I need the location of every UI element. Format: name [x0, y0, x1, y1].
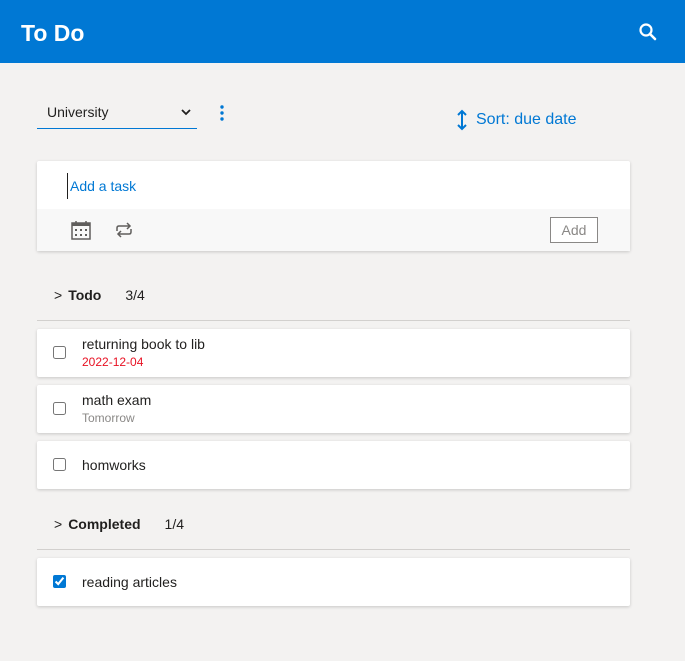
- section-divider: [37, 320, 630, 321]
- completed-section-header[interactable]: > Completed 1/4: [54, 516, 184, 532]
- task-checkbox[interactable]: [53, 458, 66, 471]
- section-title: Completed: [68, 516, 141, 532]
- calendar-icon[interactable]: [70, 219, 92, 241]
- add-button[interactable]: Add: [550, 217, 598, 243]
- add-task-input[interactable]: [67, 173, 612, 199]
- task-checkbox[interactable]: [53, 402, 66, 415]
- task-item[interactable]: returning book to lib 2022-12-04: [37, 329, 630, 377]
- task-title: returning book to lib: [82, 336, 205, 352]
- repeat-icon[interactable]: [113, 219, 135, 241]
- add-task-toolbar: Add: [37, 209, 630, 251]
- chevron-right-icon: >: [54, 516, 63, 532]
- list-selector[interactable]: University: [37, 96, 197, 129]
- task-title: homworks: [82, 457, 146, 473]
- app-title: To Do: [21, 20, 85, 46]
- app-header: To Do: [0, 0, 685, 63]
- more-vertical-icon[interactable]: [214, 103, 230, 123]
- sort-button[interactable]: Sort: due date: [456, 106, 577, 134]
- task-checkbox[interactable]: [53, 346, 66, 359]
- todo-section-header[interactable]: > Todo 3/4: [54, 287, 145, 303]
- task-item[interactable]: reading articles: [37, 558, 630, 606]
- sort-label: Sort: due date: [476, 111, 577, 128]
- section-title: Todo: [68, 287, 102, 303]
- section-count: 3/4: [125, 287, 145, 303]
- task-checkbox[interactable]: [53, 575, 66, 588]
- task-item[interactable]: math exam Tomorrow: [37, 385, 630, 433]
- task-due-date: Tomorrow: [82, 411, 135, 425]
- search-icon[interactable]: [636, 20, 660, 44]
- section-count: 1/4: [164, 516, 184, 532]
- list-dropdown[interactable]: University: [37, 96, 197, 128]
- task-title: math exam: [82, 392, 152, 408]
- sort-arrows-icon: [457, 109, 467, 131]
- task-item[interactable]: homworks: [37, 441, 630, 489]
- chevron-right-icon: >: [54, 287, 63, 303]
- task-due-date: 2022-12-04: [82, 355, 144, 369]
- section-divider: [37, 549, 630, 550]
- task-title: reading articles: [82, 574, 177, 590]
- add-task-card: Add: [37, 161, 630, 251]
